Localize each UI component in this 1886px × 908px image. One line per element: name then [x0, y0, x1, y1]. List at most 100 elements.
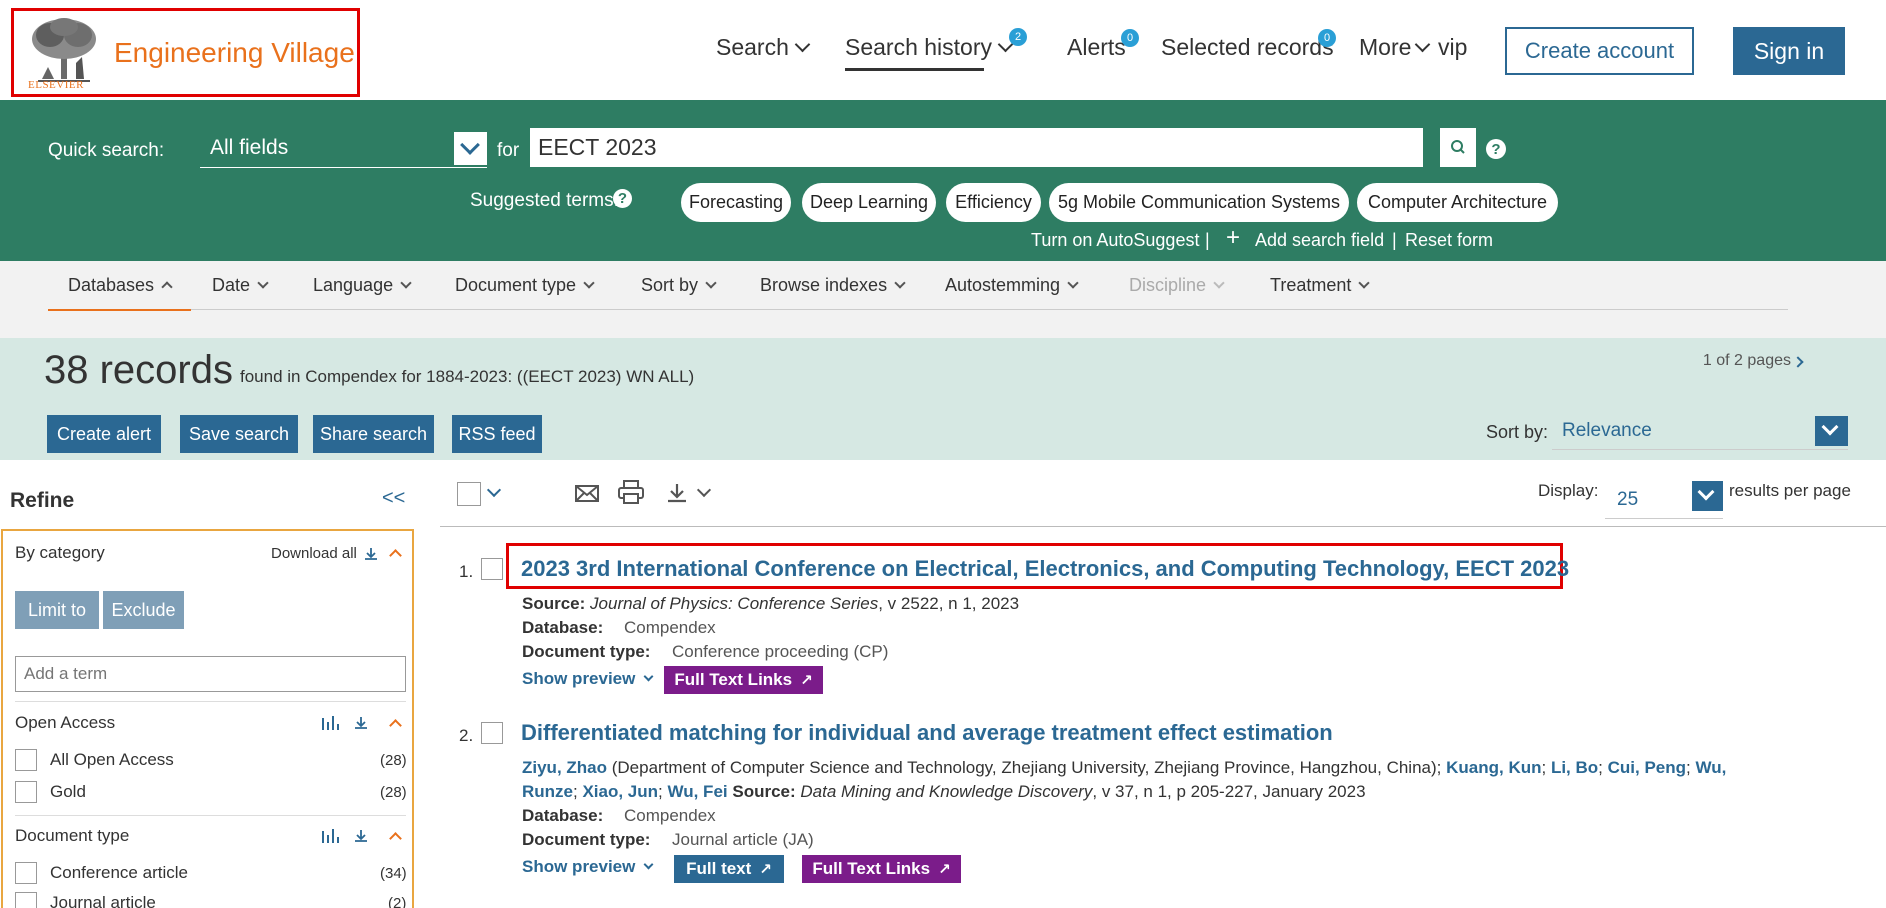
share-search-button[interactable]: Share search [313, 415, 434, 453]
filter-language[interactable]: Language [313, 275, 412, 296]
active-nav-underline [845, 68, 984, 71]
external-link-icon: ↗ [800, 672, 813, 689]
nav-alerts[interactable]: Alerts [1067, 34, 1126, 61]
nav-vip-label: vip [1438, 34, 1468, 60]
database-value: Compendex [624, 806, 716, 825]
suggested-term-pill[interactable]: Efficiency [946, 183, 1041, 222]
search-input[interactable] [530, 128, 1423, 167]
filter-document-type[interactable]: Document type [455, 275, 595, 296]
sign-in-button[interactable]: Sign in [1733, 27, 1845, 75]
result-authors-cont: Runze; Xiao, Jun; Wu, Fei Source: Data M… [522, 782, 1366, 801]
document-type-title: Document type [15, 826, 130, 845]
nav-search[interactable]: Search [716, 34, 811, 61]
print-icon[interactable] [617, 479, 645, 505]
nav-search-history-label: Search history [845, 34, 993, 60]
download-icon[interactable] [665, 481, 689, 505]
chevron-right-icon[interactable] [1792, 356, 1804, 368]
checkbox[interactable] [15, 781, 37, 803]
result-checkbox[interactable] [481, 558, 503, 580]
chevron-down-icon[interactable] [696, 482, 712, 498]
filter-browse-indexes[interactable]: Browse indexes [760, 275, 906, 296]
exclude-button[interactable]: Exclude [103, 591, 184, 629]
doctype-label: Document type: [522, 642, 651, 661]
external-link-icon: ↗ [938, 861, 951, 878]
results-per-page-value: 25 [1617, 489, 1639, 510]
filter-databases[interactable]: Databases [68, 275, 173, 296]
full-text-button[interactable]: Full text ↗ [674, 855, 784, 883]
download-icon[interactable] [353, 715, 369, 731]
author-link[interactable]: Cui, Peng [1608, 758, 1686, 777]
chevron-up-icon[interactable] [389, 832, 402, 845]
show-preview-link[interactable]: Show preview [522, 857, 654, 877]
search-field-select[interactable]: All fields [200, 128, 487, 168]
chevron-down-icon[interactable] [1692, 481, 1723, 511]
result-checkbox[interactable] [481, 722, 503, 744]
suggested-term-pill[interactable]: 5g Mobile Communication Systems [1049, 183, 1349, 222]
author-link[interactable]: Runze [522, 782, 573, 801]
help-icon[interactable]: ? [613, 189, 632, 208]
chevron-down-icon[interactable] [454, 132, 487, 165]
nav-vip[interactable]: vip [1438, 34, 1467, 61]
source-label: Source: [732, 782, 796, 801]
suggested-terms-label: Suggested terms: [470, 190, 619, 211]
nav-selected-records[interactable]: Selected records [1161, 34, 1334, 61]
suggested-term-pill[interactable]: Forecasting [681, 183, 791, 222]
source-label: Source: [522, 594, 586, 613]
chevron-up-icon[interactable] [389, 719, 402, 732]
checkbox[interactable] [15, 749, 37, 771]
checkbox[interactable] [15, 892, 37, 908]
results-per-page-select[interactable]: 25 [1605, 477, 1723, 519]
download-icon[interactable] [363, 546, 379, 562]
filter-treatment[interactable]: Treatment [1270, 275, 1371, 296]
add-search-field-link[interactable]: Add search field [1255, 230, 1384, 251]
full-text-links-button[interactable]: Full Text Links ↗ [802, 855, 961, 883]
result-title-link[interactable]: 2023 3rd International Conference on Ele… [521, 556, 1569, 582]
top-header: ELSEVIER Engineering Village Search Sear… [0, 0, 1886, 100]
show-preview-link[interactable]: Show preview [522, 669, 654, 689]
limit-to-button[interactable]: Limit to [15, 591, 99, 629]
autosuggest-link[interactable]: Turn on AutoSuggest [1031, 230, 1199, 251]
chevron-down-icon [583, 277, 595, 289]
rss-feed-button[interactable]: RSS feed [452, 415, 542, 453]
select-all-checkbox[interactable] [457, 482, 481, 506]
download-icon[interactable] [353, 828, 369, 844]
author-link[interactable]: Xiao, Jun [582, 782, 658, 801]
chevron-down-icon[interactable] [1815, 416, 1848, 446]
search-button[interactable] [1440, 128, 1476, 167]
filter-sort-by[interactable]: Sort by [641, 275, 717, 296]
suggested-term-pill[interactable]: Computer Architecture [1357, 183, 1558, 222]
save-search-button[interactable]: Save search [180, 415, 298, 453]
reset-form-link[interactable]: Reset form [1405, 230, 1493, 251]
author-link[interactable]: Ziyu, Zhao [522, 758, 607, 777]
result-doctype: Document type: [522, 642, 650, 662]
nav-more[interactable]: More [1359, 34, 1431, 61]
email-icon[interactable] [574, 482, 600, 504]
add-term-input[interactable] [15, 656, 406, 692]
collapse-sidebar-button[interactable]: << [382, 487, 405, 510]
chevron-down-icon[interactable] [486, 482, 502, 498]
author-link[interactable]: Kuang, Kun [1446, 758, 1541, 777]
search-history-badge: 2 [1009, 28, 1027, 46]
filter-autostemming[interactable]: Autostemming [945, 275, 1079, 296]
sort-by-select[interactable]: Relevance [1552, 416, 1848, 450]
create-account-button[interactable]: Create account [1505, 27, 1694, 75]
download-all-link[interactable]: Download all [271, 545, 357, 562]
checkbox[interactable] [15, 862, 37, 884]
help-icon[interactable]: ? [1486, 139, 1506, 159]
logo[interactable]: ELSEVIER Engineering Village [11, 8, 360, 97]
chevron-up-icon[interactable] [389, 549, 402, 562]
result-title-link[interactable]: Differentiated matching for individual a… [521, 720, 1333, 746]
bar-chart-icon[interactable] [321, 715, 341, 731]
full-text-links-button[interactable]: Full Text Links ↗ [664, 666, 823, 694]
author-link[interactable]: Li, Bo [1551, 758, 1598, 777]
nav-search-history[interactable]: Search history [845, 34, 1014, 61]
search-field-value: All fields [210, 136, 289, 159]
suggested-term-pill[interactable]: Deep Learning [802, 183, 936, 222]
create-alert-button[interactable]: Create alert [47, 415, 161, 453]
chevron-down-icon [794, 36, 811, 53]
author-link[interactable]: Wu, [1695, 758, 1726, 777]
author-link[interactable]: Wu, Fei [667, 782, 727, 801]
bar-chart-icon[interactable] [321, 828, 341, 844]
filter-date[interactable]: Date [212, 275, 269, 296]
doctype-value: Conference proceeding (CP) [672, 642, 889, 661]
